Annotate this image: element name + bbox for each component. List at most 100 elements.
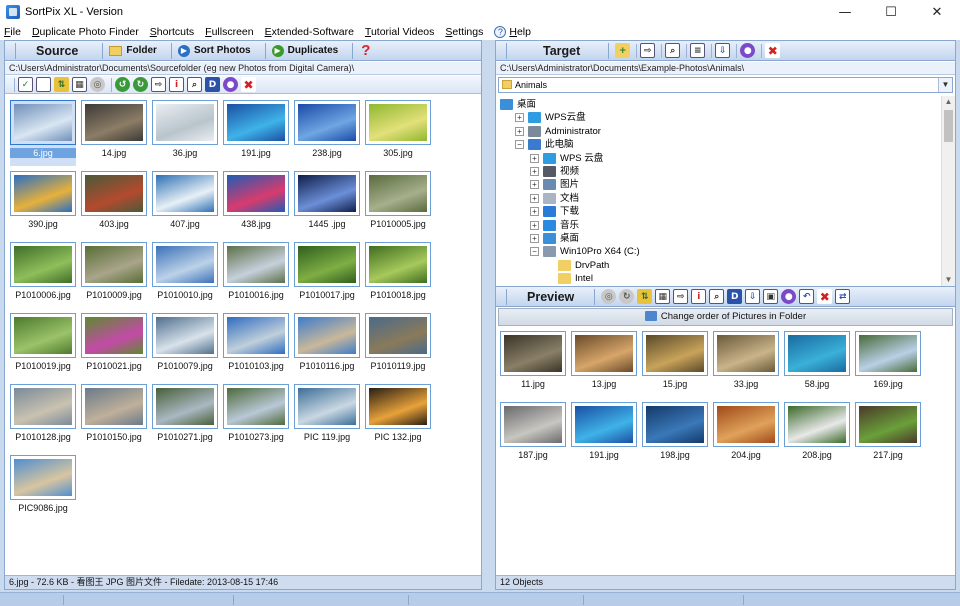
thumbnail[interactable]: 33.jpg [713,331,779,397]
thumbnail[interactable]: 187.jpg [500,402,566,468]
thumbnail[interactable]: 305.jpg [365,100,431,166]
expand-icon[interactable]: + [515,113,524,123]
thumbnail[interactable]: 11.jpg [500,331,566,397]
thumbnail[interactable]: 204.jpg [713,402,779,468]
menu-tutorial-videos[interactable]: Tutorial Videos [365,26,434,38]
expand-icon[interactable]: + [530,180,539,190]
thumbnail[interactable]: 36.jpg [152,100,218,166]
tree-item[interactable]: + 下载 [530,205,579,218]
grid-view-icon[interactable]: ▦ [72,77,87,92]
list-icon[interactable]: ≡ [690,43,706,58]
thumbnail[interactable]: P1010150.jpg [81,384,147,450]
thumbnail[interactable]: P1010079.jpg [152,313,218,379]
thumbnail[interactable]: 238.jpg [294,100,360,166]
change-order-button[interactable]: Change order of Pictures in Folder [498,308,953,326]
disc-icon[interactable]: ◎ [90,77,105,92]
expand-icon[interactable]: + [515,126,524,136]
thumbnail[interactable]: 14.jpg [81,100,147,166]
target-folder-combo[interactable]: Animals ▼ [498,77,953,93]
menu-settings[interactable]: Settings [445,26,483,38]
move-target-icon[interactable]: ⇨ [640,43,656,58]
thumbnail[interactable]: 217.jpg [855,402,921,468]
thumbnail[interactable]: P1010006.jpg [10,242,76,308]
new-folder-icon[interactable]: + [615,43,631,58]
menu-extended-software[interactable]: Extended-Software [265,26,354,38]
thumbnail[interactable]: 191.jpg [571,402,637,468]
tree-scrollbar[interactable]: ▲ ▼ [941,96,955,286]
thumbnail[interactable]: 13.jpg [571,331,637,397]
scroll-up-icon[interactable]: ▲ [942,96,955,108]
delete-icon[interactable]: ✖ [241,77,256,92]
thumbnail[interactable]: P1010010.jpg [152,242,218,308]
zoom-preview-icon[interactable]: ⌕ [709,289,725,304]
info-icon[interactable]: i [169,77,184,92]
tree-item[interactable]: + 图片 [530,178,579,191]
tree-item[interactable]: + WPS 云盘 [530,152,603,165]
details-icon[interactable]: D [205,77,220,92]
thumbnail[interactable]: PIC 132.jpg [365,384,431,450]
menu-file[interactable]: File [4,26,21,38]
deselect-icon[interactable] [36,77,51,92]
thumbnail[interactable]: 1445 .jpg [294,171,360,237]
thumbnail[interactable]: P1010009.jpg [81,242,147,308]
thumbnail[interactable]: P1010018.jpg [365,242,431,308]
refresh-icon[interactable]: ↻ [619,289,635,304]
thumbnail[interactable]: P1010273.jpg [223,384,289,450]
thumbnail[interactable]: P1010021.jpg [81,313,147,379]
export-icon[interactable]: ⇩ [715,43,731,58]
tree-item[interactable]: + 文档 [530,192,579,205]
move-icon[interactable]: ⇨ [151,77,166,92]
zoom-icon[interactable]: ⌕ [187,77,202,92]
disc-preview-icon[interactable]: ◎ [601,289,617,304]
thumbnail[interactable]: 6.jpg [10,100,76,166]
tree-item[interactable]: + 视频 [530,165,579,178]
menu-shortcuts[interactable]: Shortcuts [150,26,194,38]
thumbnail[interactable]: PIC 119.jpg [294,384,360,450]
tree-item[interactable]: − 此电脑 [515,138,574,151]
color-icon[interactable]: ● [223,77,238,92]
swap-icon[interactable]: ⇅ [637,289,653,304]
thumbnail[interactable]: 403.jpg [81,171,147,237]
scroll-down-icon[interactable]: ▼ [942,274,955,286]
undo-icon[interactable]: ↶ [799,289,815,304]
search-icon[interactable]: ⌕ [665,43,681,58]
help-question-icon[interactable]: ? [361,42,370,59]
maximize-button[interactable]: ☐ [868,0,914,24]
close-button[interactable]: ✕ [914,0,960,24]
menu-help[interactable]: ? Help [494,26,531,38]
expand-icon[interactable]: + [530,167,539,176]
rotate-left-icon[interactable]: ↺ [115,77,130,92]
thumbnail[interactable]: P1010017.jpg [294,242,360,308]
grid-preview-icon[interactable]: ▦ [655,289,671,304]
collapse-icon[interactable]: − [515,140,524,150]
thumbnail[interactable]: 58.jpg [784,331,850,397]
collapse-icon[interactable]: − [530,247,539,257]
tree-item[interactable]: + Administrator [515,125,601,138]
invert-selection-icon[interactable]: ⇅ [54,77,69,92]
color-target-icon[interactable]: ● [740,43,756,58]
thumbnail[interactable]: 169.jpg [855,331,921,397]
folder-button[interactable]: Folder [109,45,157,56]
thumbnail[interactable]: P1010128.jpg [10,384,76,450]
thumbnail[interactable]: P1010103.jpg [223,313,289,379]
thumbnail[interactable]: P1010019.jpg [10,313,76,379]
minimize-button[interactable]: — [822,0,868,24]
thumbnail[interactable]: 198.jpg [642,402,708,468]
tree-item[interactable]: Intel [545,272,593,285]
tree-item[interactable]: − Win10Pro X64 (C:) [530,245,640,258]
thumbnail[interactable]: P1010271.jpg [152,384,218,450]
thumbnail[interactable]: P1010116.jpg [294,313,360,379]
expand-icon[interactable]: + [530,234,539,243]
delete-preview-icon[interactable]: ✖ [817,289,833,304]
tree-item[interactable]: + WPS云盘 [515,111,586,124]
move-preview-icon[interactable]: ⇨ [673,289,689,304]
thumbnail[interactable]: 191.jpg [223,100,289,166]
export-preview-icon[interactable]: ⇩ [745,289,761,304]
thumbnail[interactable]: P1010119.jpg [365,313,431,379]
thumbnail[interactable]: PIC9086.jpg [10,455,76,521]
select-all-icon[interactable]: ✓ [18,77,33,92]
slideshow-icon[interactable]: ▣ [763,289,779,304]
thumbnail[interactable]: 438.jpg [223,171,289,237]
expand-icon[interactable]: + [530,207,539,217]
details-preview-icon[interactable]: D [727,289,743,304]
